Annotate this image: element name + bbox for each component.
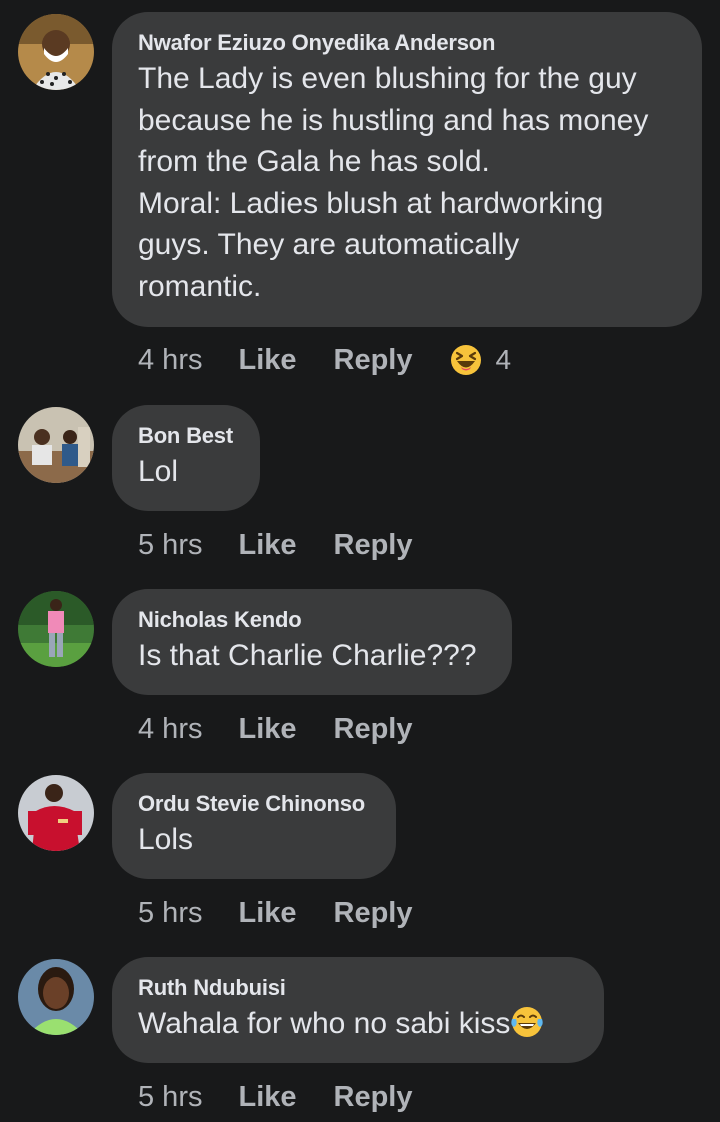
- reply-button[interactable]: Reply: [334, 897, 413, 930]
- comment-text: The Lady is even blushing for the guy be…: [138, 62, 649, 303]
- comment-actions: 5 hrs Like Reply: [138, 893, 450, 933]
- avatar-photo-nwafor: [18, 14, 94, 90]
- comment-text: Wahala for who no sabi kiss: [138, 1003, 578, 1045]
- avatar[interactable]: [18, 775, 94, 851]
- like-button[interactable]: Like: [238, 344, 296, 377]
- avatar-photo-ruth-ndubuisi: [18, 959, 94, 1035]
- tears-of-joy-emoji-icon: [511, 1007, 544, 1037]
- avatar-photo-bon-best: [18, 407, 94, 483]
- like-button[interactable]: Like: [238, 1081, 296, 1114]
- avatar[interactable]: [18, 407, 94, 483]
- avatar[interactable]: [18, 959, 94, 1035]
- reaction-count: 4: [495, 344, 512, 375]
- avatar-photo-ordu-stevie: [18, 775, 94, 851]
- comment-time[interactable]: 5 hrs: [138, 1081, 202, 1114]
- like-button[interactable]: Like: [238, 529, 296, 562]
- avatar[interactable]: [18, 14, 94, 90]
- like-button[interactable]: Like: [238, 897, 296, 930]
- comment-author[interactable]: Nwafor Eziuzo Onyedika Anderson: [138, 32, 676, 54]
- reply-button[interactable]: Reply: [334, 529, 413, 562]
- comment-author[interactable]: Ordu Stevie Chinonso: [138, 793, 370, 815]
- comment-author[interactable]: Nicholas Kendo: [138, 609, 486, 631]
- laughing-squint-emoji-icon: [450, 345, 481, 375]
- comment-text: Lol: [138, 455, 179, 488]
- comment-bubble: Nwafor Eziuzo Onyedika Anderson The Lady…: [112, 12, 702, 327]
- comment-actions: 5 hrs Like Reply: [138, 1077, 450, 1117]
- comment-text: Is that Charlie Charlie???: [138, 639, 477, 672]
- reply-button[interactable]: Reply: [334, 713, 413, 746]
- comment-text-content: Wahala for who no sabi kiss: [138, 1007, 511, 1040]
- comment-actions: 5 hrs Like Reply: [138, 525, 450, 565]
- comment-time[interactable]: 5 hrs: [138, 529, 202, 562]
- comment-text: Lols: [138, 823, 194, 856]
- reply-button[interactable]: Reply: [334, 1081, 413, 1114]
- comment-time[interactable]: 5 hrs: [138, 897, 202, 930]
- like-button[interactable]: Like: [238, 713, 296, 746]
- reply-button[interactable]: Reply: [334, 344, 413, 377]
- avatar[interactable]: [18, 591, 94, 667]
- comment-bubble: Ordu Stevie Chinonso Lols: [112, 773, 396, 879]
- comment-actions: 4 hrs Like Reply 4: [138, 340, 511, 380]
- comment-time[interactable]: 4 hrs: [138, 713, 202, 746]
- comment-bubble: Ruth Ndubuisi Wahala for who no sabi kis…: [112, 957, 604, 1063]
- avatar-photo-nicholas-kendo: [18, 591, 94, 667]
- comment-bubble: Nicholas Kendo Is that Charlie Charlie??…: [112, 589, 512, 695]
- comment-time[interactable]: 4 hrs: [138, 344, 202, 377]
- comment-actions: 4 hrs Like Reply: [138, 709, 450, 749]
- reaction-summary[interactable]: 4: [450, 344, 512, 376]
- comment-author[interactable]: Ruth Ndubuisi: [138, 977, 578, 999]
- comment-author[interactable]: Bon Best: [138, 425, 234, 447]
- comment-bubble: Bon Best Lol: [112, 405, 260, 511]
